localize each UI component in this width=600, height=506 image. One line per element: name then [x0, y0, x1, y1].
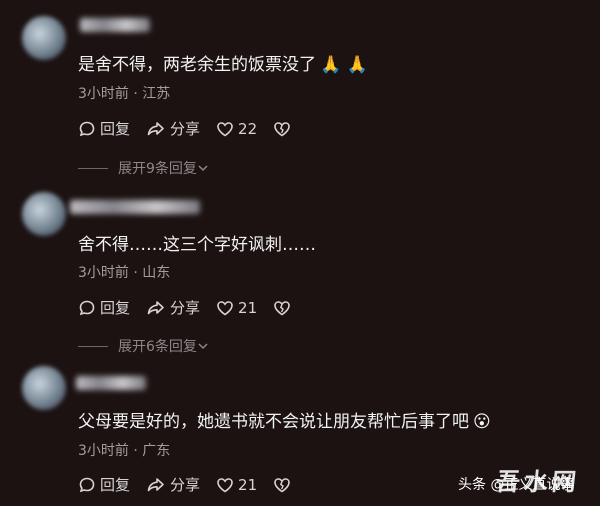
- reply-button[interactable]: 回复: [78, 118, 130, 139]
- reply-icon: [79, 300, 95, 315]
- comment-text: 舍不得……这三个字好讽刺……: [78, 235, 316, 255]
- site-logo-watermark: 吾水网: [494, 467, 582, 496]
- broken-heart-icon: [274, 300, 290, 315]
- expand-replies-label: 展开6条回复: [118, 339, 197, 355]
- like-count: 22: [238, 119, 258, 138]
- comment-actions: 回复 分享 22: [78, 118, 311, 139]
- like-button[interactable]: 21: [216, 476, 257, 494]
- expand-replies-link[interactable]: 展开6条回复: [78, 336, 209, 356]
- heart-icon: [217, 300, 233, 315]
- avatar[interactable]: [22, 16, 66, 60]
- avatar[interactable]: [22, 366, 66, 410]
- comment-actions: 回复 分享 21: [78, 474, 311, 495]
- share-label: 分享: [170, 120, 201, 138]
- like-count: 21: [238, 475, 258, 494]
- username-blurred[interactable]: [80, 18, 150, 32]
- chevron-down-icon: [198, 165, 208, 172]
- comment-text: 是舍不得，两老余生的饭票没了 🙏 🙏: [78, 55, 368, 75]
- share-icon: [147, 477, 164, 491]
- reply-label: 回复: [100, 299, 131, 317]
- heart-icon: [217, 121, 233, 136]
- comment-meta: 3小时前 · 江苏: [78, 86, 171, 102]
- reply-icon: [79, 477, 95, 492]
- reply-label: 回复: [100, 476, 131, 494]
- username-blurred[interactable]: [70, 200, 200, 214]
- praying-hands-emoji: 🙏 🙏: [320, 55, 368, 75]
- expand-replies-label: 展开9条回复: [118, 161, 197, 177]
- like-count: 21: [238, 298, 258, 317]
- share-button[interactable]: 分享: [146, 118, 200, 139]
- heart-icon: [217, 477, 233, 492]
- comment-meta: 3小时前 · 山东: [78, 265, 171, 281]
- share-label: 分享: [170, 299, 201, 317]
- share-icon: [147, 121, 164, 135]
- share-button[interactable]: 分享: [146, 474, 200, 495]
- chevron-down-icon: [198, 343, 208, 350]
- divider-line: [78, 167, 108, 169]
- reply-icon: [79, 121, 95, 136]
- share-button[interactable]: 分享: [146, 297, 200, 318]
- username-blurred[interactable]: [76, 376, 146, 390]
- share-label: 分享: [170, 476, 201, 494]
- dislike-button[interactable]: [273, 120, 295, 138]
- reply-button[interactable]: 回复: [78, 297, 130, 318]
- expand-replies-link[interactable]: 展开9条回复: [78, 158, 209, 178]
- like-button[interactable]: 22: [216, 120, 257, 138]
- reply-label: 回复: [100, 120, 131, 138]
- avatar[interactable]: [22, 192, 66, 236]
- surprised-face-emoji: 😮: [473, 412, 491, 432]
- broken-heart-icon: [274, 477, 290, 492]
- comment-actions: 回复 分享 21: [78, 297, 311, 318]
- reply-button[interactable]: 回复: [78, 474, 130, 495]
- dislike-button[interactable]: [273, 299, 295, 317]
- share-icon: [147, 300, 164, 314]
- comment-text: 父母要是好的，她遗书就不会说让朋友帮忙后事了吧 😮: [78, 412, 491, 432]
- comment-meta: 3小时前 · 广东: [78, 443, 171, 459]
- broken-heart-icon: [274, 121, 290, 136]
- dislike-button[interactable]: [273, 476, 295, 494]
- like-button[interactable]: 21: [216, 299, 257, 317]
- divider-line: [78, 345, 108, 347]
